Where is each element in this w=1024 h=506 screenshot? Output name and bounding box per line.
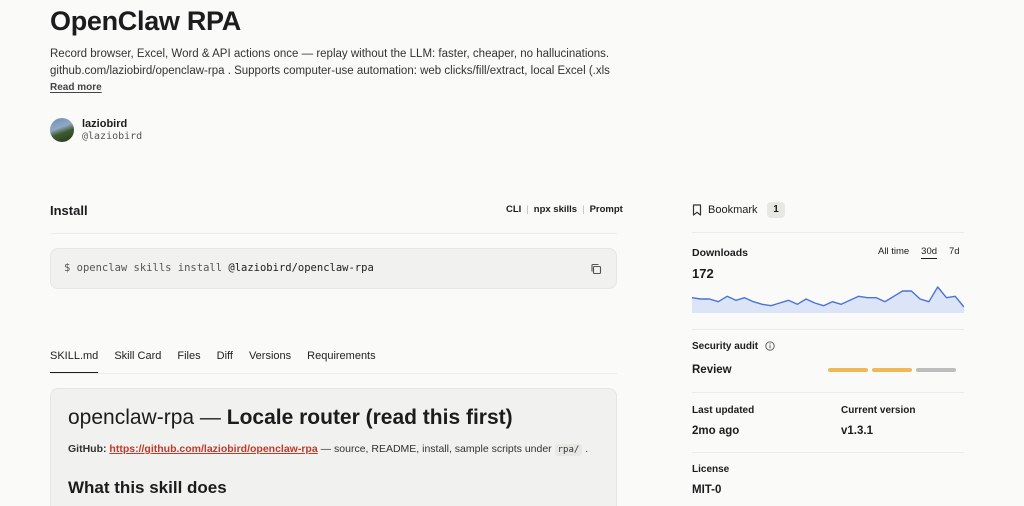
security-bar-2 (872, 368, 912, 372)
security-audit-value: Review (692, 364, 732, 376)
github-label: GitHub: (68, 443, 107, 455)
install-method-tabs: CLI | npx skills | Prompt (506, 204, 623, 215)
install-tab-npx-skills[interactable]: npx skills (534, 204, 577, 215)
read-more-link[interactable]: Read more (50, 82, 102, 93)
bookmark-count: 1 (767, 202, 785, 218)
inline-code: rpa/ (554, 444, 583, 456)
github-line: GitHub: https://github.com/laziobird/ope… (68, 443, 589, 456)
tab-skill-card[interactable]: Skill Card (114, 350, 161, 374)
current-version-value: v1.3.1 (841, 425, 873, 437)
divider (692, 329, 964, 330)
github-link[interactable]: https://github.com/laziobird/openclaw-rp… (109, 443, 317, 455)
skill-description: Record browser, Excel, Word & API action… (50, 46, 610, 79)
doc-heading-strong: Locale router (read this first) (226, 406, 513, 429)
tab-diff[interactable]: Diff (217, 350, 233, 374)
tab-skill-md[interactable]: SKILL.md (50, 350, 99, 374)
github-description: — source, README, install, sample script… (317, 443, 555, 455)
install-tab-prompt[interactable]: Prompt (590, 204, 623, 215)
separator: | (582, 204, 585, 215)
security-audit-label: Security audit (692, 341, 759, 352)
info-icon[interactable] (765, 341, 775, 351)
downloads-range-selector: All time 30d 7d (878, 246, 960, 259)
divider (50, 233, 617, 234)
author-handle: @laziobird (82, 131, 143, 142)
range-all-time[interactable]: All time (878, 246, 909, 259)
doc-heading-plain: openclaw-rpa — (68, 406, 227, 429)
security-bar-3 (916, 368, 956, 372)
license-label: License (692, 464, 730, 475)
section-heading: What this skill does (68, 478, 227, 497)
author-avatar[interactable] (50, 118, 74, 142)
bookmark-button[interactable]: Bookmark (708, 204, 758, 216)
install-tab-cli[interactable]: CLI (506, 204, 521, 215)
downloads-label: Downloads (692, 247, 749, 259)
tab-requirements[interactable]: Requirements (307, 350, 375, 374)
current-version-label: Current version (841, 405, 916, 416)
range-7d[interactable]: 7d (949, 246, 960, 259)
description-line-1: Record browser, Excel, Word & API action… (50, 48, 610, 60)
install-command[interactable]: $ openclaw skills install @laziobird/ope… (64, 262, 374, 274)
separator: | (526, 204, 529, 215)
command-prefix: $ openclaw skills install (64, 262, 229, 274)
command-target: @laziobird/openclaw-rpa (228, 262, 374, 274)
tab-files[interactable]: Files (177, 350, 200, 374)
install-heading: Install (50, 203, 88, 218)
last-updated-label: Last updated (692, 405, 755, 416)
security-bar-1 (828, 368, 868, 372)
page-title: OpenClaw RPA (50, 6, 241, 36)
tab-versions[interactable]: Versions (249, 350, 291, 374)
range-30d[interactable]: 30d (921, 246, 938, 259)
author-name[interactable]: laziobird (82, 118, 127, 130)
divider (692, 392, 964, 393)
last-updated-value: 2mo ago (692, 425, 740, 437)
github-end: . (582, 443, 589, 455)
license-value: MIT-0 (692, 484, 722, 496)
bookmark-icon[interactable] (692, 204, 702, 216)
divider (692, 232, 964, 233)
content-tabs: SKILL.md Skill Card Files Diff Versions … (50, 350, 392, 374)
divider (692, 452, 964, 453)
description-line-2: github.com/laziobird/openclaw-rpa . Supp… (50, 64, 610, 77)
downloads-count: 172 (692, 266, 714, 281)
doc-heading: openclaw-rpa — Locale router (read this … (68, 406, 513, 430)
copy-icon[interactable] (590, 263, 602, 275)
downloads-sparkline (692, 286, 964, 313)
divider (50, 373, 617, 374)
